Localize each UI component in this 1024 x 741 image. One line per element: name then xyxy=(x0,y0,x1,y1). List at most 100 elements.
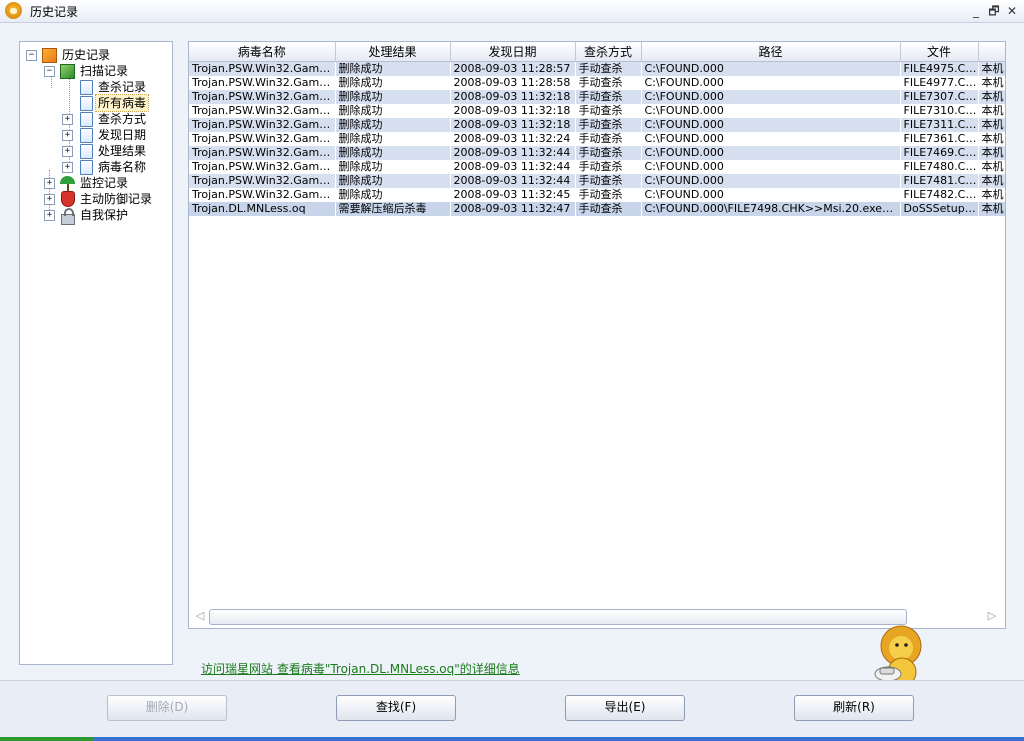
title-bar: 历史记录 _ 🗗 ✕ xyxy=(0,0,1024,23)
table-cell: 本机 xyxy=(978,118,1005,132)
table-cell: Trojan.PSW.Win32.GameOnline... xyxy=(189,90,335,104)
table-cell: FILE7310.CHK xyxy=(903,104,978,117)
table-cell: 2008-09-03 11:32:44 xyxy=(450,146,575,160)
expand-icon[interactable]: + xyxy=(62,130,73,141)
scroll-right-icon[interactable]: ▷ xyxy=(985,609,999,623)
table-cell: 本机 xyxy=(981,104,1004,117)
table-cell: C:\FOUND.000 xyxy=(644,104,724,117)
table-row[interactable]: Trojan.PSW.Win32.GameOnline...删除成功2008-0… xyxy=(189,132,1005,146)
collapse-icon[interactable]: − xyxy=(26,50,37,61)
virus-table: 病毒名称 处理结果 发现日期 查杀方式 路径 文件 Trojan.PSW.Win… xyxy=(189,42,1005,216)
table-cell: Trojan.DL.MNLess.oq xyxy=(189,202,335,216)
minimize-button[interactable]: _ xyxy=(968,3,984,19)
table-row[interactable]: Trojan.DL.MNLess.oq 需要解压缩后杀毒 2008-09-03 11… xyxy=(189,202,1005,216)
table-cell: C:\FOUND.000 xyxy=(644,132,724,145)
table-cell: 本机 xyxy=(978,146,1005,160)
table-cell: 手动查杀 xyxy=(575,118,641,132)
table-cell: C:\FOUND.000 xyxy=(641,61,900,76)
rising-lion-icon xyxy=(5,2,22,19)
table-row[interactable]: Trojan.PSW.Win32.GameOnline...删除成功2008-0… xyxy=(189,174,1005,188)
table-cell: 手动查杀 xyxy=(578,76,623,89)
table-cell: FILE4975.CHK xyxy=(900,61,978,76)
document-icon xyxy=(80,144,93,159)
table-cell: 手动查杀 xyxy=(575,202,641,216)
expand-icon[interactable]: + xyxy=(44,178,55,189)
table-cell: 删除成功 xyxy=(338,76,383,89)
table-cell: Trojan.PSW.Win32.GameOnline... xyxy=(189,118,335,132)
table-cell: 手动查杀 xyxy=(575,174,641,188)
table-row[interactable]: Trojan.PSW.Win32.GameOnline...删除成功2008-0… xyxy=(189,90,1005,104)
table-cell: 2008-09-03 11:32:47 xyxy=(450,202,575,216)
history-tree[interactable]: − 历史记录 − 扫描记录 查杀记录 所有病毒 + 查杀方式 + 发现日期 + … xyxy=(19,41,173,665)
column-header-file[interactable]: 文件 xyxy=(900,42,979,62)
expand-icon[interactable]: + xyxy=(44,194,55,205)
expand-icon[interactable]: + xyxy=(62,146,73,157)
delete-button[interactable]: 删除(D) xyxy=(107,695,227,721)
document-icon xyxy=(80,80,93,95)
table-row[interactable]: Trojan.PSW.Win32.GameOnline...删除成功2008-0… xyxy=(189,104,1005,118)
column-header-path[interactable]: 路径 xyxy=(641,42,901,62)
table-cell: C:\FOUND.000 xyxy=(641,90,900,104)
restore-button[interactable]: 🗗 xyxy=(986,3,1002,19)
table-cell: Trojan.PSW.Win32.GameOnline... xyxy=(189,61,335,76)
table-cell: 删除成功 xyxy=(335,118,450,132)
table-row[interactable]: Trojan.PSW.Win32.GameOnline...删除成功2008-0… xyxy=(189,160,1005,174)
table-cell: Trojan.PSW.Win32.GameOnline... xyxy=(189,146,335,160)
table-cell: Trojan.PSW.Win32.GameOnline... xyxy=(192,132,335,145)
table-cell: 本机 xyxy=(978,202,1005,216)
lock-icon xyxy=(61,208,75,225)
table-cell: C:\FOUND.000 xyxy=(644,160,724,173)
expand-icon[interactable]: + xyxy=(62,114,73,125)
table-row[interactable]: Trojan.PSW.Win32.GameOnline...删除成功2008-0… xyxy=(189,188,1005,202)
scroll-left-icon[interactable]: ◁ xyxy=(193,609,207,623)
column-header-result[interactable]: 处理结果 xyxy=(335,42,451,62)
table-cell: FILE7311.CHK xyxy=(900,118,978,132)
export-button[interactable]: 导出(E) xyxy=(565,695,685,721)
virus-list[interactable]: 病毒名称 处理结果 发现日期 查杀方式 路径 文件 Trojan.PSW.Win… xyxy=(188,41,1006,629)
scan-icon xyxy=(60,64,75,79)
table-cell: 手动查杀 xyxy=(578,132,623,145)
scrollbar-thumb[interactable] xyxy=(209,609,907,625)
table-row[interactable]: Trojan.PSW.Win32.GameOnline...删除成功2008-0… xyxy=(189,146,1005,160)
tree-item-label: 自我保护 xyxy=(80,208,129,222)
table-cell: 删除成功 xyxy=(335,174,450,188)
table-cell: 手动查杀 xyxy=(575,146,641,160)
column-header-kill-method[interactable]: 查杀方式 xyxy=(575,42,642,62)
table-row[interactable]: Trojan.PSW.Win32.GameOnline...删除成功2008-0… xyxy=(189,118,1005,132)
table-cell: C:\FOUND.000 xyxy=(641,174,900,188)
expand-icon[interactable]: + xyxy=(62,162,73,173)
table-cell: 删除成功 xyxy=(335,146,450,160)
table-cell: FILE7481.CHK xyxy=(900,174,978,188)
horizontal-scrollbar[interactable]: ◁ ▷ xyxy=(192,608,1002,625)
table-cell: 删除成功 xyxy=(338,188,383,201)
table-cell: 需要解压缩后杀毒 xyxy=(335,202,450,216)
table-cell: Trojan.PSW.Win32.GameOnline... xyxy=(192,104,335,117)
collapse-icon[interactable]: − xyxy=(44,66,55,77)
close-button[interactable]: ✕ xyxy=(1004,3,1020,19)
table-body: Trojan.PSW.Win32.GameOnline...删除成功2008-0… xyxy=(189,61,1005,216)
table-cell: Trojan.PSW.Win32.GameOnline... xyxy=(192,188,335,201)
table-cell: 2008-09-03 11:28:58 xyxy=(453,76,571,89)
table-cell: C:\FOUND.000\FILE7498.CHK>>Msi.20.exe>>$… xyxy=(641,202,900,216)
tree-item-label: 历史记录 xyxy=(62,48,111,62)
taskbar-strip xyxy=(0,737,1024,741)
table-cell: C:\FOUND.000 xyxy=(644,76,724,89)
find-button[interactable]: 查找(F) xyxy=(336,695,456,721)
table-cell: Trojan.PSW.Win32.GameOnline... xyxy=(192,160,335,173)
column-header-extra[interactable] xyxy=(978,42,1005,62)
expand-icon[interactable]: + xyxy=(44,210,55,221)
table-cell: FILE7361.CHK xyxy=(903,132,978,145)
table-cell: 手动查杀 xyxy=(575,90,641,104)
tree-item-label: 监控记录 xyxy=(80,176,129,190)
column-header-virus-name[interactable]: 病毒名称 xyxy=(189,42,336,62)
table-row[interactable]: Trojan.PSW.Win32.GameOnline...删除成功2008-0… xyxy=(189,76,1005,90)
table-cell: 本机 xyxy=(981,188,1004,201)
virus-info-link[interactable]: 访问瑞星网站 查看病毒"Trojan.DL.MNLess.oq"的详细信息 xyxy=(201,660,520,677)
tree-item-label: 处理结果 xyxy=(98,144,147,158)
table-row[interactable]: Trojan.PSW.Win32.GameOnline...删除成功2008-0… xyxy=(189,61,1005,76)
table-header: 病毒名称 处理结果 发现日期 查杀方式 路径 文件 xyxy=(189,42,1005,62)
column-header-found-date[interactable]: 发现日期 xyxy=(450,42,576,62)
table-cell: 手动查杀 xyxy=(578,160,623,173)
table-cell: 删除成功 xyxy=(338,160,383,173)
refresh-button[interactable]: 刷新(R) xyxy=(794,695,914,721)
